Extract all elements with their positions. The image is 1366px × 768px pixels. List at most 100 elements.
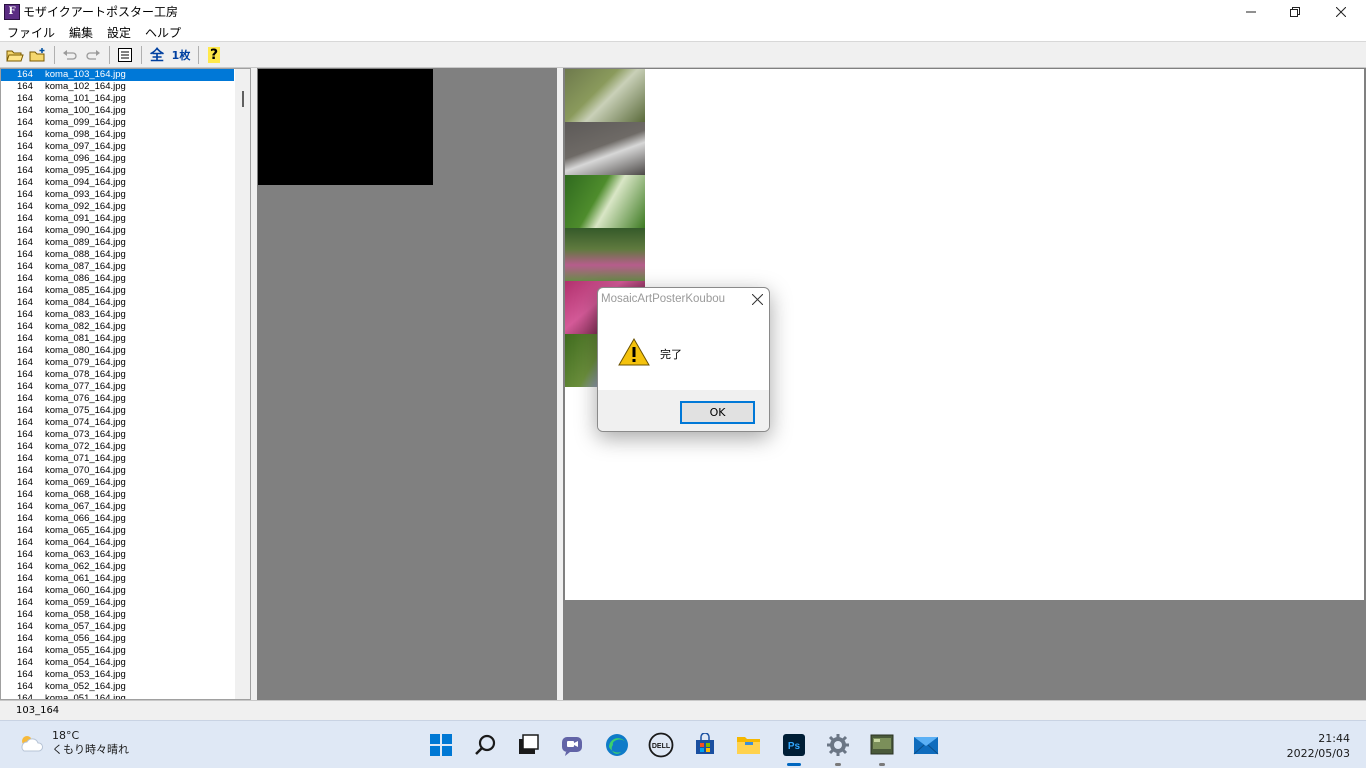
file-list-item[interactable]: 164 koma_074_164.jpg <box>1 417 234 429</box>
file-list-item[interactable]: 164 koma_100_164.jpg <box>1 105 234 117</box>
file-list-item[interactable]: 164 koma_069_164.jpg <box>1 477 234 489</box>
task-view-icon[interactable] <box>513 730 543 760</box>
dell-icon[interactable]: DELL <box>646 730 676 760</box>
file-list-item[interactable]: 164 koma_092_164.jpg <box>1 201 234 213</box>
windows-start-icon[interactable] <box>426 730 456 760</box>
file-list[interactable]: 164 koma_103_164.jpg 164 koma_102_164.jpg 16… <box>0 68 251 700</box>
file-list-item[interactable]: 164 koma_076_164.jpg <box>1 393 234 405</box>
edge-icon[interactable] <box>602 730 632 760</box>
weather-widget[interactable]: 18°C くもり時々晴れ <box>18 729 129 757</box>
file-count: 164 <box>17 153 33 164</box>
file-list-item[interactable]: 164 koma_079_164.jpg <box>1 357 234 369</box>
file-count: 164 <box>17 201 33 212</box>
file-list-item[interactable]: 164 koma_102_164.jpg <box>1 81 234 93</box>
new-folder-button[interactable] <box>27 44 49 66</box>
file-list-item[interactable]: 164 koma_087_164.jpg <box>1 261 234 273</box>
file-list-item[interactable]: 164 koma_089_164.jpg <box>1 237 234 249</box>
file-count: 164 <box>17 609 33 620</box>
file-list-item[interactable]: 164 koma_088_164.jpg <box>1 249 234 261</box>
file-count: 164 <box>17 81 33 92</box>
file-list-item[interactable]: 164 koma_093_164.jpg <box>1 189 234 201</box>
file-list-item[interactable]: 164 koma_082_164.jpg <box>1 321 234 333</box>
list-scrollbar[interactable] <box>235 69 250 699</box>
file-list-item[interactable]: 164 koma_081_164.jpg <box>1 333 234 345</box>
file-list-item[interactable]: 164 koma_080_164.jpg <box>1 345 234 357</box>
menu-edit[interactable]: 編集 <box>62 24 100 41</box>
file-list-item[interactable]: 164 koma_052_164.jpg <box>1 681 234 693</box>
file-list-item[interactable]: 164 koma_063_164.jpg <box>1 549 234 561</box>
one-sheet-button[interactable]: 1枚 <box>169 44 193 66</box>
list-button[interactable] <box>114 44 136 66</box>
settings-icon[interactable] <box>823 730 853 766</box>
file-list-item[interactable]: 164 koma_061_164.jpg <box>1 573 234 585</box>
redo-button[interactable] <box>82 44 104 66</box>
file-list-item[interactable]: 164 koma_064_164.jpg <box>1 537 234 549</box>
menu-help[interactable]: ヘルプ <box>138 24 188 41</box>
file-list-item[interactable]: 164 koma_095_164.jpg <box>1 165 234 177</box>
file-name: koma_092_164.jpg <box>45 201 126 212</box>
file-list-item[interactable]: 164 koma_060_164.jpg <box>1 585 234 597</box>
file-list-item[interactable]: 164 koma_057_164.jpg <box>1 621 234 633</box>
file-name: koma_088_164.jpg <box>45 249 126 260</box>
file-list-item[interactable]: 164 koma_083_164.jpg <box>1 309 234 321</box>
ok-button[interactable]: OK <box>680 401 755 424</box>
menu-bar: ファイル 編集 設定 ヘルプ <box>0 23 1366 42</box>
system-clock[interactable]: 21:44 2022/05/03 <box>1270 731 1350 761</box>
file-list-item[interactable]: 164 koma_086_164.jpg <box>1 273 234 285</box>
scrollbar-thumb[interactable] <box>242 91 244 107</box>
photoshop-icon[interactable]: Ps <box>779 730 809 766</box>
file-list-item[interactable]: 164 koma_072_164.jpg <box>1 441 234 453</box>
restore-button[interactable] <box>1272 0 1318 23</box>
mail-icon[interactable] <box>911 730 941 760</box>
search-icon[interactable] <box>470 730 500 760</box>
file-list-item[interactable]: 164 koma_059_164.jpg <box>1 597 234 609</box>
dell-label: DELL <box>652 743 671 750</box>
undo-button[interactable] <box>59 44 81 66</box>
teams-chat-icon[interactable] <box>557 730 587 760</box>
all-button[interactable]: 全 <box>146 44 168 66</box>
file-name: koma_081_164.jpg <box>45 333 126 344</box>
file-list-item[interactable]: 164 koma_070_164.jpg <box>1 465 234 477</box>
dialog-close-button[interactable] <box>748 290 767 313</box>
file-count: 164 <box>17 645 33 656</box>
file-list-item[interactable]: 164 koma_101_164.jpg <box>1 93 234 105</box>
file-list-item[interactable]: 164 koma_065_164.jpg <box>1 525 234 537</box>
file-list-item[interactable]: 164 koma_094_164.jpg <box>1 177 234 189</box>
menu-file[interactable]: ファイル <box>0 24 62 41</box>
file-list-item[interactable]: 164 koma_077_164.jpg <box>1 381 234 393</box>
file-list-item[interactable]: 164 koma_075_164.jpg <box>1 405 234 417</box>
file-list-item[interactable]: 164 koma_099_164.jpg <box>1 117 234 129</box>
file-list-item[interactable]: 164 koma_055_164.jpg <box>1 645 234 657</box>
file-list-item[interactable]: 164 koma_097_164.jpg <box>1 141 234 153</box>
store-icon[interactable] <box>690 730 720 760</box>
file-list-item[interactable]: 164 koma_103_164.jpg <box>1 69 234 81</box>
app-icon[interactable] <box>867 730 897 766</box>
file-list-item[interactable]: 164 koma_073_164.jpg <box>1 429 234 441</box>
app-icon[interactable]: F <box>4 3 20 20</box>
file-list-item[interactable]: 164 koma_091_164.jpg <box>1 213 234 225</box>
menu-settings[interactable]: 設定 <box>100 24 138 41</box>
file-count: 164 <box>17 669 33 680</box>
file-list-item[interactable]: 164 koma_054_164.jpg <box>1 657 234 669</box>
file-list-item[interactable]: 164 koma_062_164.jpg <box>1 561 234 573</box>
open-button[interactable] <box>4 44 26 66</box>
help-button[interactable]: ? <box>203 44 225 66</box>
file-list-item[interactable]: 164 koma_068_164.jpg <box>1 489 234 501</box>
file-list-item[interactable]: 164 koma_084_164.jpg <box>1 297 234 309</box>
file-list-item[interactable]: 164 koma_066_164.jpg <box>1 513 234 525</box>
file-name: koma_089_164.jpg <box>45 237 126 248</box>
file-list-item[interactable]: 164 koma_053_164.jpg <box>1 669 234 681</box>
minimize-button[interactable] <box>1228 0 1274 23</box>
file-list-item[interactable]: 164 koma_098_164.jpg <box>1 129 234 141</box>
file-explorer-icon[interactable] <box>734 730 764 760</box>
close-button[interactable] <box>1318 0 1364 23</box>
file-list-item[interactable]: 164 koma_071_164.jpg <box>1 453 234 465</box>
file-list-item[interactable]: 164 koma_096_164.jpg <box>1 153 234 165</box>
file-list-item[interactable]: 164 koma_090_164.jpg <box>1 225 234 237</box>
file-list-item[interactable]: 164 koma_085_164.jpg <box>1 285 234 297</box>
file-list-item[interactable]: 164 koma_058_164.jpg <box>1 609 234 621</box>
file-list-item[interactable]: 164 koma_051_164.jpg <box>1 693 234 699</box>
file-list-item[interactable]: 164 koma_056_164.jpg <box>1 633 234 645</box>
file-list-item[interactable]: 164 koma_078_164.jpg <box>1 369 234 381</box>
file-list-item[interactable]: 164 koma_067_164.jpg <box>1 501 234 513</box>
